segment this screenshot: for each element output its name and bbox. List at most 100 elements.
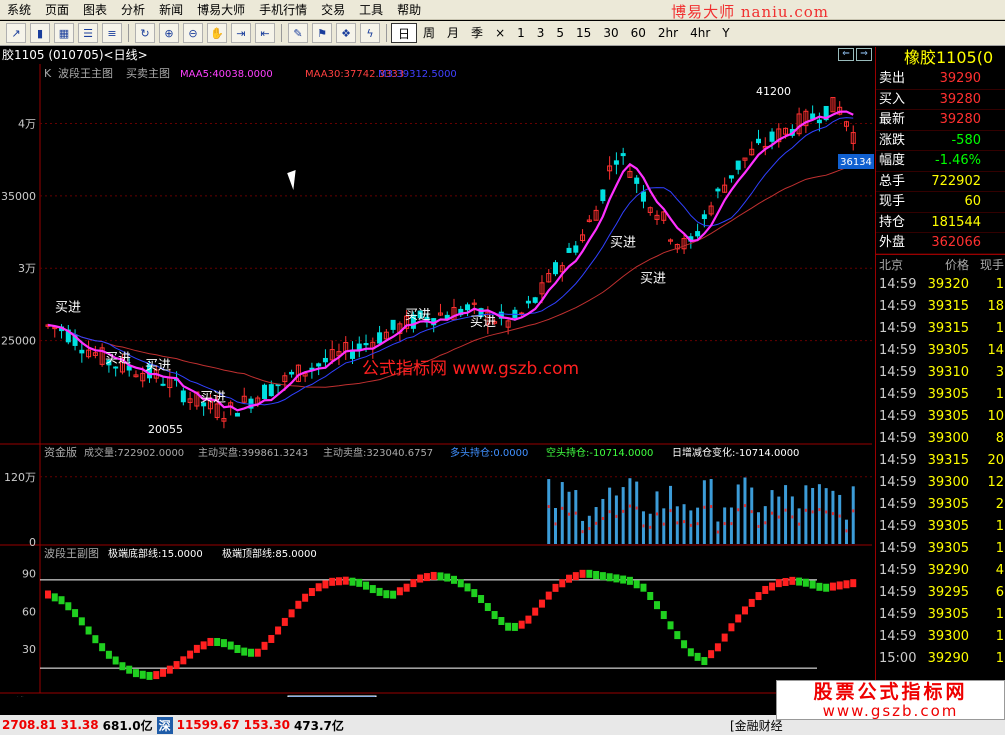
period-button-0[interactable]: 日: [391, 23, 418, 43]
toolbar-separator: [128, 24, 129, 42]
osc-block: [538, 599, 545, 608]
tick-cell-t: 15:00: [879, 650, 917, 666]
candle-body: [180, 390, 186, 403]
next-arrow-icon[interactable]: ⇒: [856, 48, 872, 61]
tick-cell-p: 39305: [927, 518, 969, 534]
menu-item-7[interactable]: 交易: [314, 0, 352, 20]
tick-cell-v: 4: [995, 562, 1004, 578]
candle-body: [519, 312, 525, 315]
osc-block: [227, 641, 234, 650]
news-link[interactable]: [金融财经: [730, 717, 783, 734]
volume-bar: [729, 507, 733, 544]
chart-svg[interactable]: K 波段王主图 买卖主图 MAA5:40038.0000 MAA30:37742.333…: [0, 64, 875, 697]
lightning-icon[interactable]: ϟ: [360, 23, 380, 43]
period-button-7[interactable]: 5: [550, 23, 570, 43]
osc-block: [741, 606, 748, 615]
menu-item-1[interactable]: 页面: [38, 0, 76, 20]
alarm-icon[interactable]: ⚑: [312, 23, 332, 43]
active-buy-label: 主动买盘:399861.3243: [198, 446, 308, 459]
hand-icon[interactable]: ✋: [207, 23, 227, 43]
list-icon[interactable]: ≡: [102, 23, 122, 43]
period-button-8[interactable]: 15: [570, 23, 597, 43]
quote-label: 幅度: [879, 153, 906, 168]
volume-bar: [567, 491, 571, 544]
prev-arrow-icon[interactable]: ⇐: [838, 48, 854, 61]
date-highlight-bg: [287, 695, 377, 697]
import-icon[interactable]: ⇤: [255, 23, 275, 43]
tick-cell-p: 39305: [927, 408, 969, 424]
period-button-5[interactable]: 1: [511, 23, 531, 43]
table-icon[interactable]: ☰: [78, 23, 98, 43]
grid-icon[interactable]: ▦: [54, 23, 74, 43]
menu-item-3[interactable]: 分析: [114, 0, 152, 20]
sz-index: 11599.67: [176, 718, 240, 732]
osc-block: [356, 578, 363, 587]
volume-marker: [683, 520, 686, 524]
menu-item-5[interactable]: 博易大师: [190, 0, 252, 20]
period-button-9[interactable]: 30: [597, 23, 624, 43]
tick-cell-p: 39305: [927, 386, 969, 402]
osc-block: [559, 579, 566, 588]
menu-item-2[interactable]: 图表: [76, 0, 114, 20]
export-icon[interactable]: ⇥: [231, 23, 251, 43]
tick-cell-p: 39315: [927, 452, 969, 468]
toolbar-separator: [281, 24, 282, 42]
chart-area[interactable]: K 波段王主图 买卖主图 MAA5:40038.0000 MAA30:37742.333…: [0, 64, 875, 697]
active-sell-label: 主动卖盘:323040.6757: [323, 446, 433, 459]
period-button-11[interactable]: 2hr: [652, 23, 684, 43]
candle-body: [262, 384, 268, 400]
menu-item-4[interactable]: 新闻: [152, 0, 190, 20]
tick-cell-p: 39290: [927, 562, 969, 578]
chart-title: 胶1105 (010705)<日线>: [0, 47, 875, 64]
volume-bar: [560, 482, 564, 544]
zoom-out-icon[interactable]: ⊖: [183, 23, 203, 43]
period-button-4[interactable]: ×: [489, 23, 511, 43]
period-button-12[interactable]: 4hr: [684, 23, 716, 43]
refresh-icon[interactable]: ↻: [135, 23, 155, 43]
toolbar: ↗ ▮ ▦ ☰ ≡ ↻ ⊕ ⊖ ✋ ⇥ ⇤ ✎ ⚑ ❖ ϟ 日周月季 × 1 3 5 15 30 60 2hr 4hr Y: [0, 21, 1005, 46]
tick-row: 14:59 39310 3: [876, 362, 1005, 384]
tick-header-cell: 北京: [879, 257, 904, 272]
tick-list[interactable]: 14:59 39320 1 14:59 39315 18 14:59 39315 1 14:59 3…: [876, 274, 1005, 670]
zoom-in-icon[interactable]: ⊕: [159, 23, 179, 43]
menu-item-6[interactable]: 手机行情: [252, 0, 314, 20]
osc-block: [193, 644, 200, 653]
group-icon[interactable]: ❖: [336, 23, 356, 43]
candle-chart-icon[interactable]: ▮: [30, 23, 50, 43]
menu-item-0[interactable]: 系统: [0, 0, 38, 20]
osc-block: [484, 603, 491, 612]
volume-bar: [838, 494, 842, 544]
candle-body: [377, 332, 383, 344]
menu-item-9[interactable]: 帮助: [390, 0, 428, 20]
draw-icon[interactable]: ✎: [288, 23, 308, 43]
osc-block: [613, 574, 620, 583]
osc-block: [261, 641, 268, 650]
osc-block: [451, 575, 457, 584]
osc-block: [390, 590, 397, 599]
volume-marker: [743, 504, 746, 508]
period-button-13[interactable]: Y: [716, 23, 735, 43]
period-button-6[interactable]: 3: [531, 23, 551, 43]
osc-block: [281, 617, 288, 626]
volume-bar: [736, 484, 740, 544]
osc-block: [606, 573, 613, 582]
osc-block: [823, 583, 830, 592]
menu-item-8[interactable]: 工具: [352, 0, 390, 20]
quote-row: 最新 39280: [876, 110, 1005, 131]
period-button-10[interactable]: 60: [625, 23, 652, 43]
osc-block: [762, 585, 769, 594]
osc-block: [782, 577, 789, 586]
candle-body: [620, 153, 626, 157]
volume-marker: [825, 510, 828, 514]
tick-row: 14:59 39300 12: [876, 472, 1005, 494]
period-button-3[interactable]: 季: [465, 23, 489, 43]
tick-cell-p: 39320: [927, 276, 969, 292]
tick-cell-v: 1: [995, 276, 1004, 292]
sh-change: 31.38: [60, 718, 99, 732]
quote-label: 持仓: [879, 214, 906, 230]
osc-block: [315, 583, 322, 592]
period-button-1[interactable]: 周: [417, 23, 441, 43]
volume-marker: [845, 529, 848, 533]
period-button-2[interactable]: 月: [441, 23, 465, 43]
line-chart-icon[interactable]: ↗: [6, 23, 26, 43]
